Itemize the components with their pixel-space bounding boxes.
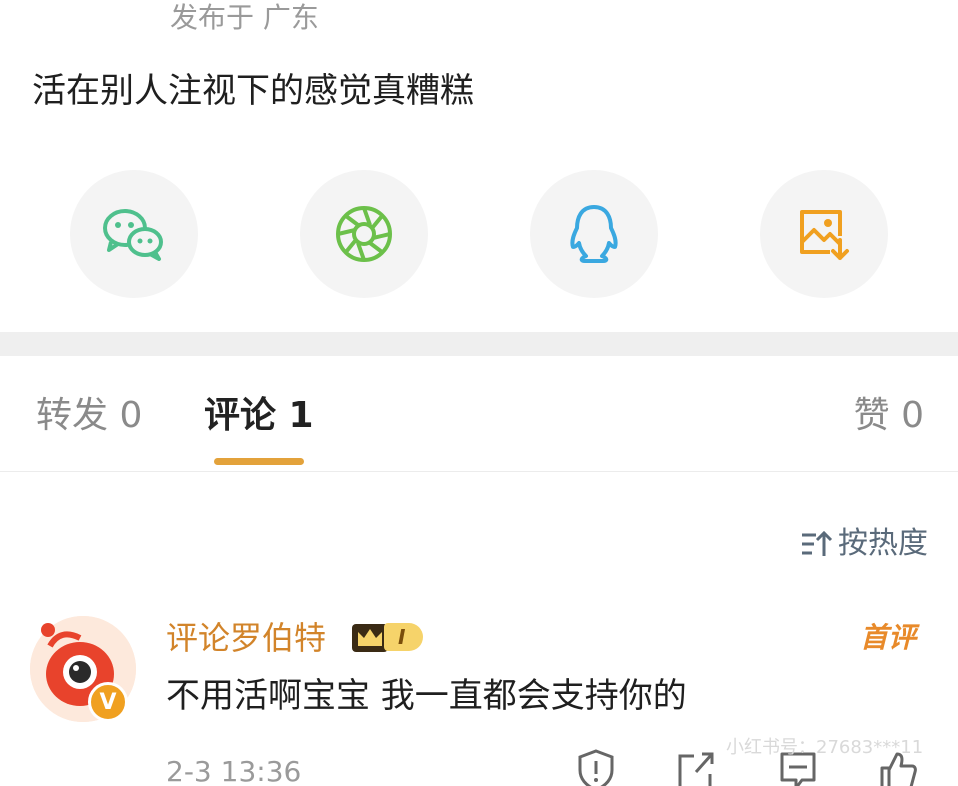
comment-tabs: 转发 0 评论 1 赞 0	[0, 356, 958, 472]
comment-username[interactable]: 评论罗伯特	[166, 616, 326, 660]
verified-badge: V	[88, 682, 128, 722]
active-tab-indicator	[214, 458, 304, 465]
shield-alert-icon	[578, 749, 614, 786]
first-comment-tag: 首评	[859, 621, 916, 654]
member-badge[interactable]: I	[350, 620, 424, 654]
tab-likes[interactable]: 赞 0	[854, 394, 924, 438]
share-moments-button[interactable]	[300, 170, 428, 298]
post-text: 活在别人注视下的感觉真糟糕	[32, 71, 474, 111]
sort-icon	[802, 530, 833, 556]
share-icon	[678, 752, 714, 786]
sort-label: 按热度	[838, 526, 928, 561]
comment-time: 2-3 13:36	[166, 755, 302, 786]
share-comment-button[interactable]	[676, 748, 716, 786]
save-image-icon	[800, 210, 849, 260]
member-level: I	[384, 623, 424, 651]
wechat-icon	[103, 209, 163, 261]
post-location: 发布于 广东	[170, 1, 319, 34]
watermark-text: 小红书号：27683***11	[726, 737, 924, 758]
share-row	[0, 170, 958, 300]
qq-icon	[570, 205, 618, 263]
sort-button[interactable]: 按热度	[800, 524, 928, 564]
save-image-button[interactable]	[760, 170, 888, 298]
tab-comments[interactable]: 评论 1	[204, 394, 314, 438]
share-wechat-button[interactable]	[70, 170, 198, 298]
comment-text: 不用活啊宝宝 我一直都会支持你的	[166, 676, 687, 716]
report-button[interactable]	[576, 748, 616, 786]
tab-repost[interactable]: 转发 0	[36, 394, 142, 438]
section-divider	[0, 332, 958, 356]
share-qq-button[interactable]	[530, 170, 658, 298]
moments-icon	[336, 206, 392, 262]
